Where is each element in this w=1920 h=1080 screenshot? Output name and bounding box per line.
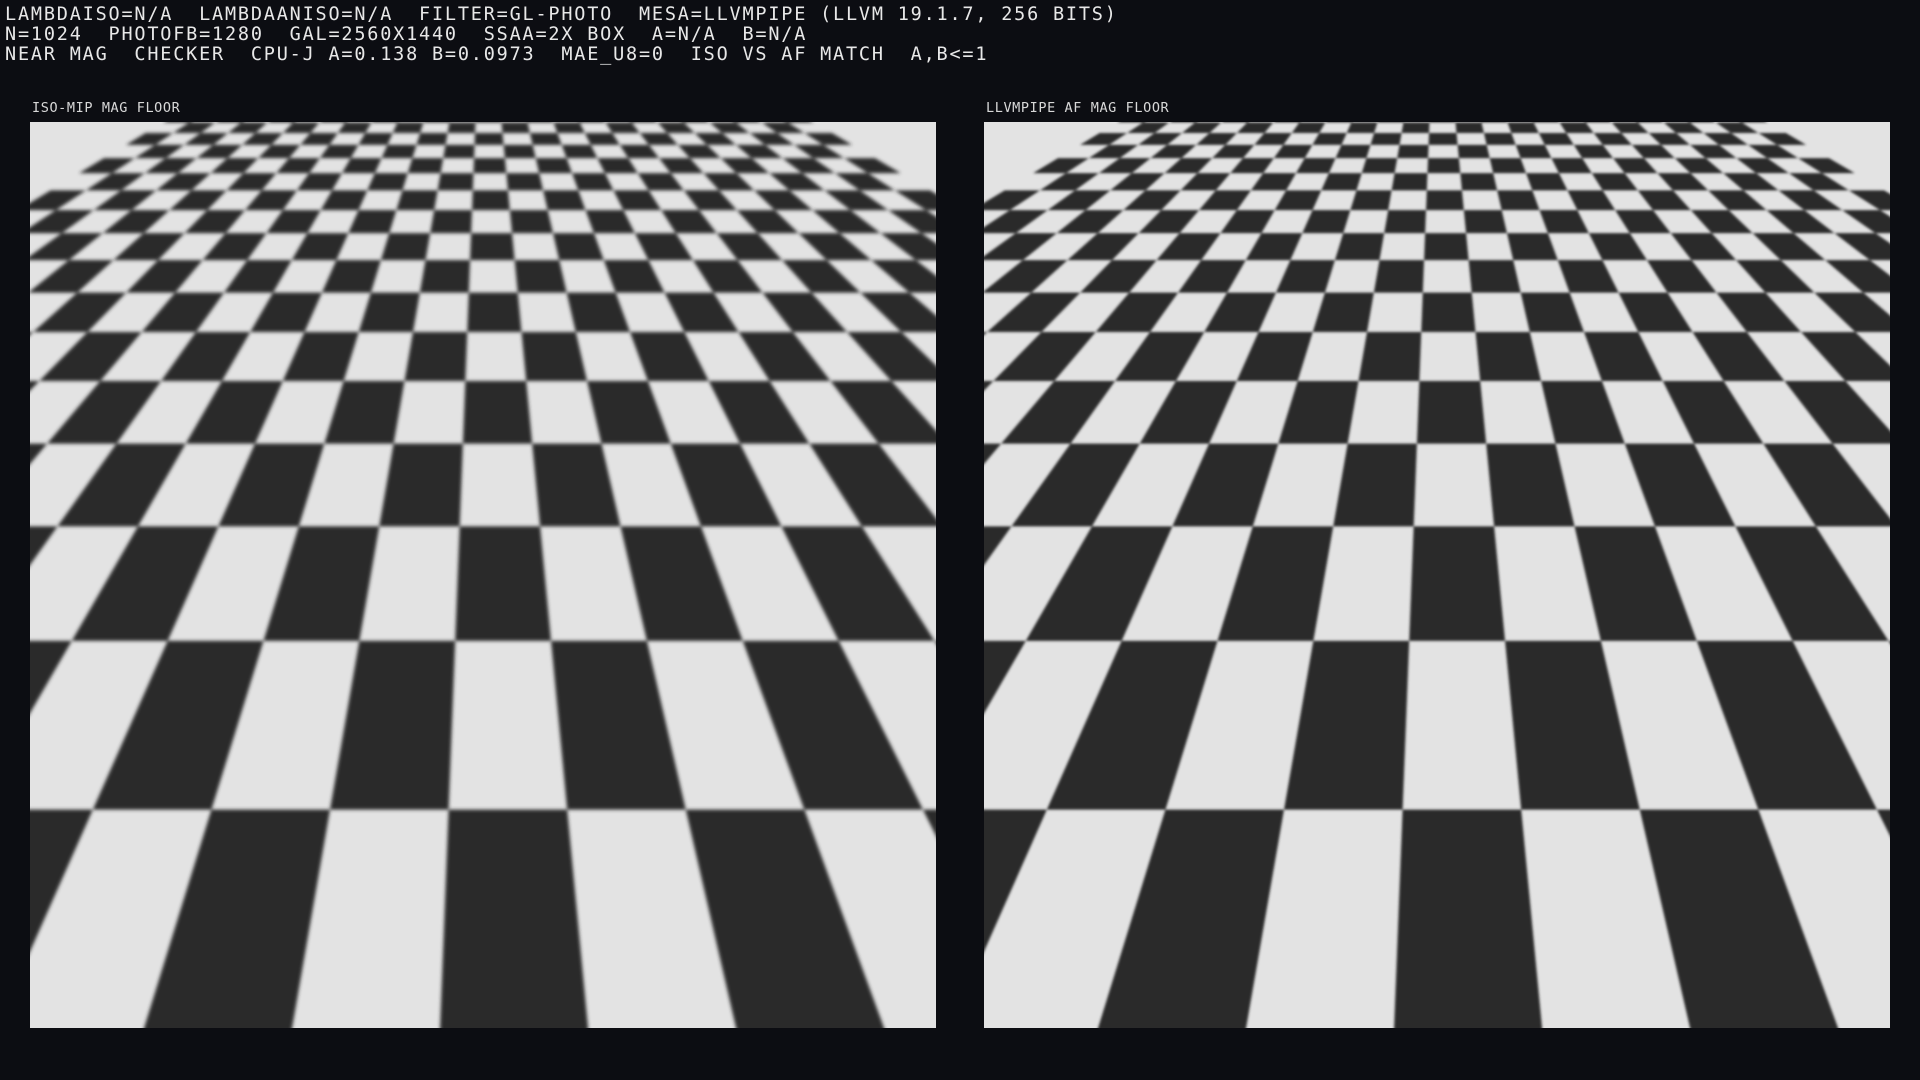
checker-tile <box>1409 526 1506 641</box>
checker-tile <box>521 332 588 382</box>
stats-line-2: N=1024 PHOTOFB=1280 GAL=2560X1440 SSAA=2… <box>5 24 808 45</box>
checker-tile <box>1358 332 1422 382</box>
checker-tile <box>416 133 448 145</box>
checker-tile <box>1397 144 1429 159</box>
checker-tile <box>1497 190 1540 211</box>
stats-overlay: LAMBDAISO=N/A LAMBDAANISO=N/A FILTER=GL-… <box>5 5 1118 65</box>
checker-tile <box>1335 144 1371 159</box>
checker-tile <box>1455 122 1484 134</box>
checker-tile <box>506 173 544 191</box>
checker-tile <box>1333 443 1417 527</box>
llvmpipe-af-floor-viewport <box>984 122 1890 1028</box>
checker-tile <box>379 443 463 527</box>
checker-tile <box>1507 122 1539 134</box>
checker-tile <box>1475 332 1542 382</box>
checker-tile <box>440 809 589 1028</box>
checker-tile <box>467 292 522 333</box>
iso-mip-checker-floor <box>30 122 936 1028</box>
checker-tile <box>1460 173 1498 191</box>
checker-tile <box>1427 158 1461 174</box>
checker-tile <box>535 158 573 174</box>
checker-tile <box>1394 809 1543 1028</box>
checker-tile <box>1334 233 1385 261</box>
checker-tile <box>404 332 468 382</box>
checker-tile <box>514 260 567 293</box>
checker-tile <box>509 210 553 234</box>
llvmpipe-af-panel-label: LLVMPIPE AF MAG FLOOR <box>986 100 1170 116</box>
checker-tile <box>1416 381 1487 444</box>
checker-tile <box>1384 210 1427 234</box>
llvmpipe-af-checker-floor <box>984 122 1890 1028</box>
checker-tile <box>470 233 515 261</box>
checker-tile <box>1426 190 1464 211</box>
checker-tile <box>396 190 438 211</box>
checker-tile <box>392 122 424 134</box>
checker-tile <box>1457 144 1490 159</box>
checker-tile <box>1421 292 1476 333</box>
checker-tile <box>1468 260 1521 293</box>
checker-tile <box>1428 133 1458 145</box>
checker-tile <box>1401 122 1430 134</box>
checker-tile <box>443 144 475 159</box>
checker-tile <box>1391 173 1428 191</box>
checker-tile <box>1350 190 1392 211</box>
checker-tile <box>437 173 474 191</box>
checker-tile <box>473 158 507 174</box>
checker-tile <box>1424 233 1469 261</box>
checker-tile <box>419 260 471 293</box>
checker-tile <box>430 210 473 234</box>
checker-tile <box>529 133 562 145</box>
checker-tile <box>553 122 585 134</box>
checker-tile <box>1370 133 1402 145</box>
checker-tile <box>381 144 417 159</box>
checker-tile <box>501 122 530 134</box>
checker-tile <box>503 144 536 159</box>
iso-mip-floor-viewport <box>30 122 936 1028</box>
checker-tile <box>462 381 533 444</box>
checker-tile <box>1346 122 1378 134</box>
checker-tile <box>1373 260 1425 293</box>
checker-tile <box>543 190 586 211</box>
checker-tile <box>1361 158 1398 174</box>
checker-tile <box>447 122 476 134</box>
checker-tile <box>474 133 504 145</box>
checker-tile <box>455 526 552 641</box>
stats-line-3: NEAR MAG CHECKER CPU-J A=0.138 B=0.0973 … <box>5 44 989 65</box>
checker-tile <box>1483 133 1516 145</box>
checker-tile <box>380 233 431 261</box>
stats-line-1: LAMBDAISO=N/A LAMBDAANISO=N/A FILTER=GL-… <box>5 4 1118 25</box>
checker-tile <box>1463 210 1507 234</box>
checker-tile <box>472 190 510 211</box>
iso-mip-panel-label: ISO-MIP MAG FLOOR <box>32 100 181 116</box>
checker-tile <box>407 158 444 174</box>
checker-tile <box>1489 158 1527 174</box>
